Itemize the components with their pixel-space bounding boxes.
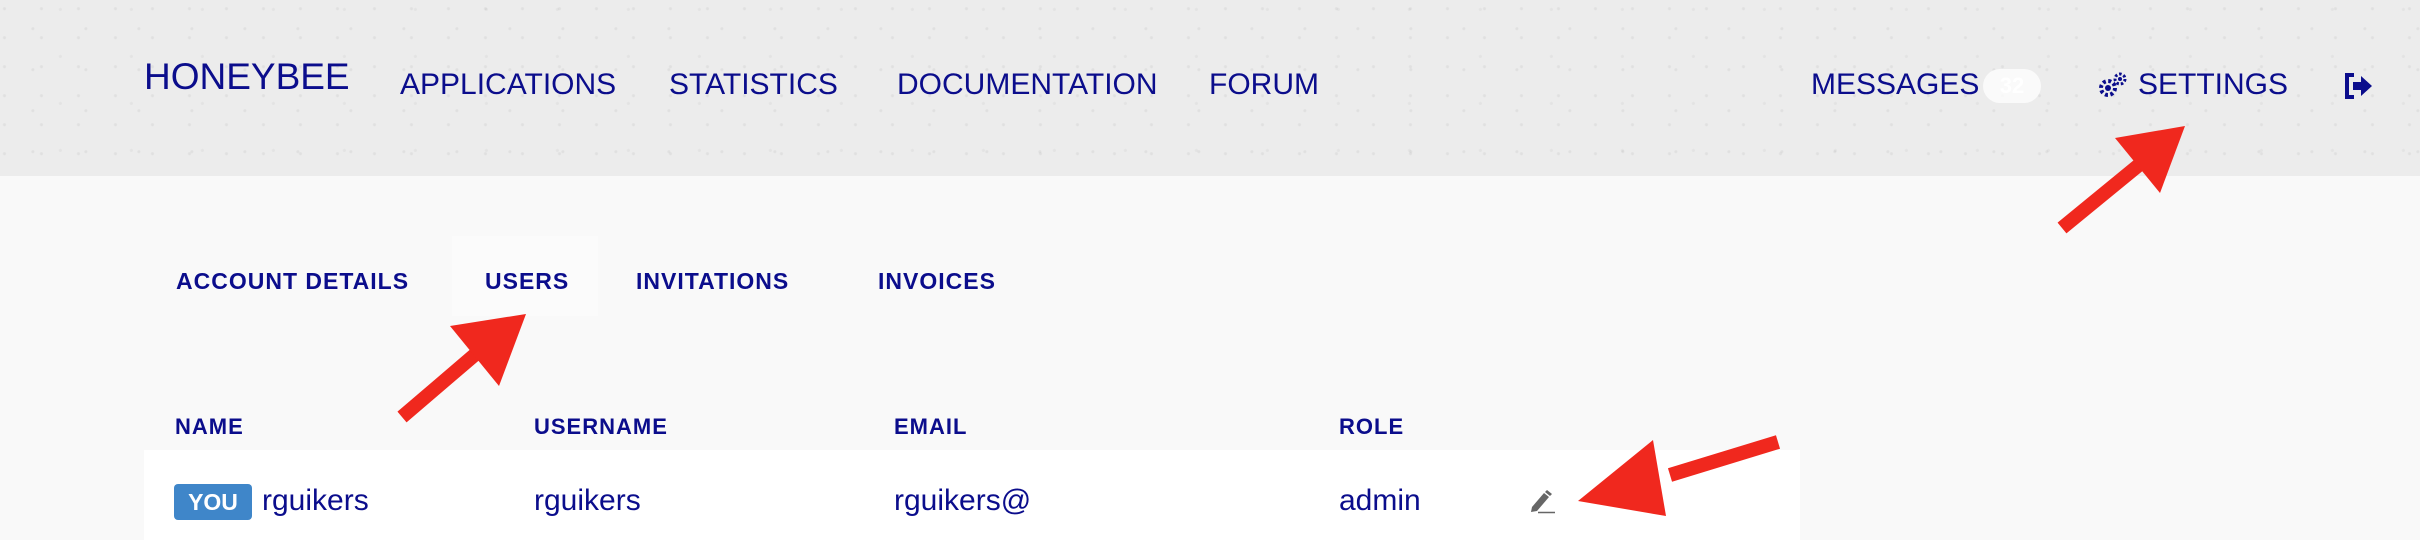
user-username: rguikers [534, 484, 641, 517]
arrow-annotation-users [397, 314, 526, 423]
user-email: rguikers@ [894, 484, 1032, 517]
user-role: admin [1339, 484, 1421, 517]
column-header-username: USERNAME [534, 414, 668, 439]
messages-count-badge: 32 [1983, 69, 2041, 103]
nav-settings[interactable]: SETTINGS [2098, 68, 2288, 102]
tab-account-details[interactable]: ACCOUNT DETAILS [176, 268, 409, 295]
nav-forum[interactable]: FORUM [1209, 68, 1319, 102]
column-header-name: NAME [175, 414, 244, 439]
settings-label: SETTINGS [2138, 68, 2289, 101]
gears-icon [2099, 72, 2127, 97]
column-header-role: ROLE [1339, 414, 1405, 439]
brand-logo[interactable]: HONEYBEE [144, 56, 350, 98]
nav-statistics[interactable]: STATISTICS [669, 68, 838, 102]
nav-applications[interactable]: APPLICATIONS [400, 68, 616, 102]
sign-out-icon[interactable] [2344, 72, 2374, 105]
nav-documentation[interactable]: DOCUMENTATION [897, 68, 1158, 102]
nav-messages[interactable]: MESSAGES [1811, 68, 1979, 102]
pencil-icon[interactable] [1528, 488, 1556, 519]
you-badge: YOU [174, 484, 252, 520]
column-header-email: EMAIL [894, 414, 968, 439]
tab-invitations[interactable]: INVITATIONS [636, 268, 789, 295]
tab-users[interactable]: USERS [485, 268, 569, 295]
user-name: rguikers [262, 484, 369, 517]
tab-invoices[interactable]: INVOICES [878, 268, 996, 295]
